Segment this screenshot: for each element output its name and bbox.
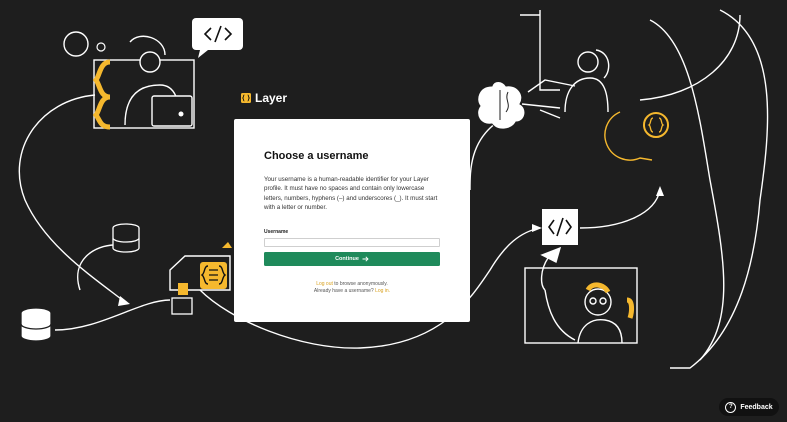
curly-brackets-icon: [604, 111, 669, 161]
curly-brackets-icon: [169, 242, 232, 315]
auth-footer: Log out to browse anonymously. Already h…: [264, 281, 440, 296]
login-prefix: Already have a username?: [313, 288, 376, 295]
arrow-right-icon: [362, 256, 369, 262]
logout-link[interactable]: Log out: [316, 281, 333, 287]
database-icon: [20, 307, 52, 342]
code-icon: [542, 209, 578, 245]
person-thinking-illustration: [521, 49, 610, 119]
username-card: Choose a username Your username is a hum…: [234, 119, 470, 322]
arrow-head: [656, 186, 664, 196]
brand-logo: Layer: [241, 91, 287, 105]
login-line: Already have a username? Log in.: [264, 288, 440, 296]
arrow-head: [118, 296, 130, 306]
logout-suffix: to browse anonymously.: [332, 280, 388, 287]
person-glasses-illustration: [524, 246, 638, 344]
username-input[interactable]: [264, 237, 440, 247]
circle-decoration: [63, 31, 89, 57]
continue-button[interactable]: Continue: [264, 251, 440, 266]
logout-line: Log out to browse anonymously.: [264, 281, 440, 289]
page-title: Choose a username: [264, 150, 369, 162]
question-icon: ?: [725, 401, 737, 413]
arrow-head: [532, 224, 542, 232]
username-description: Your username is a human-readable identi…: [264, 176, 438, 212]
curly-brackets-icon: [241, 93, 251, 103]
circle-decoration: [96, 42, 106, 52]
login-link[interactable]: Log in.: [375, 288, 390, 294]
person-laptop-illustration: [92, 35, 195, 130]
code-icon: [192, 18, 243, 58]
username-label: Username: [264, 228, 289, 235]
feedback-label: Feedback: [740, 403, 773, 411]
brain-icon: [477, 81, 526, 130]
brand-name: Layer: [255, 91, 288, 105]
feedback-button[interactable]: ? Feedback: [719, 398, 779, 416]
continue-label: Continue: [335, 255, 359, 262]
database-icon: [112, 223, 140, 253]
